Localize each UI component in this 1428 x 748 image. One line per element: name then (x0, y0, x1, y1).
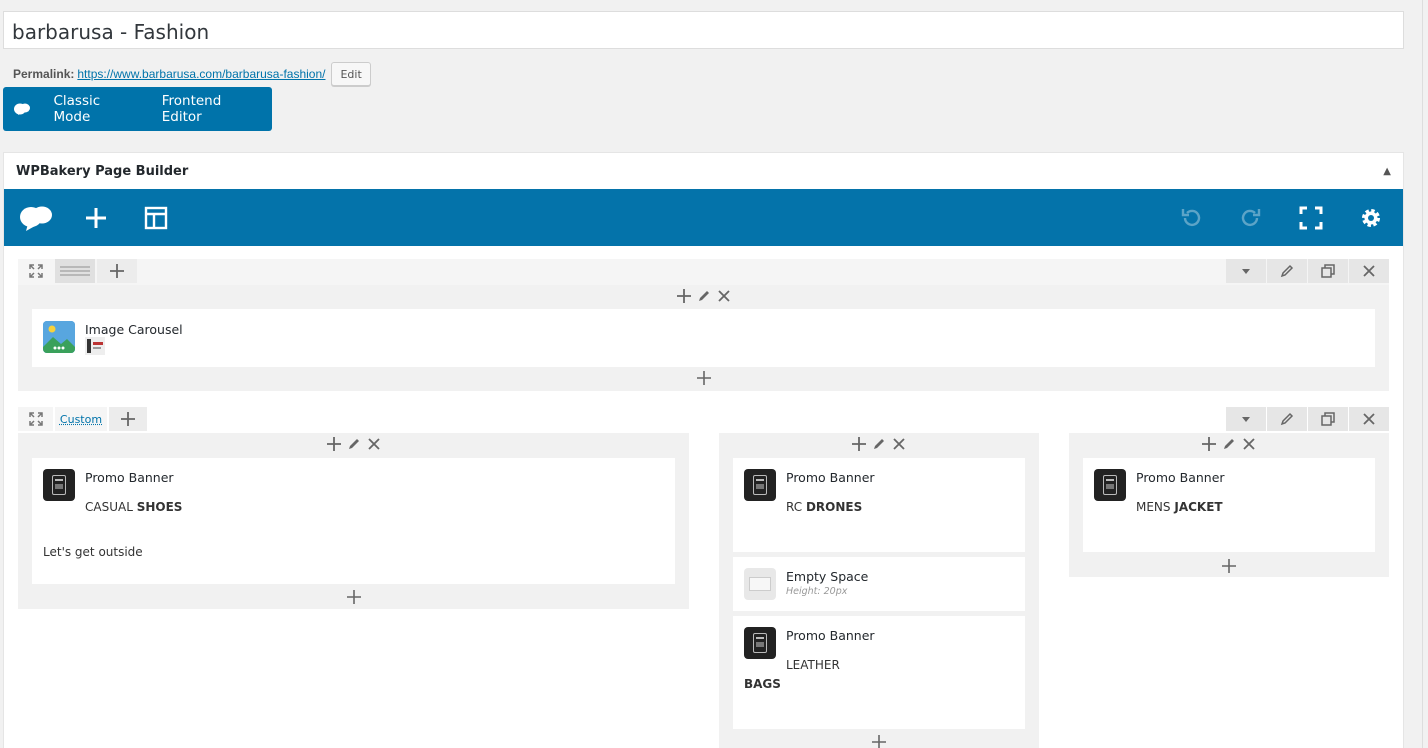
element-promo-banner[interactable]: Promo Banner CASUAL SHOES Let's get outs… (32, 458, 675, 584)
column-2-3: Promo Banner MENS JACKET (1069, 433, 1389, 577)
settings-icon[interactable] (1353, 200, 1389, 236)
post-title-input[interactable]: barbarusa - Fashion (3, 11, 1404, 49)
redo-icon[interactable] (1233, 200, 1269, 236)
frontend-editor-button[interactable]: Frontend Editor (149, 93, 272, 125)
close-icon[interactable] (892, 437, 906, 451)
column-2-2: Promo Banner RC DRONES Empty Space Heigh… (719, 433, 1039, 748)
promo-line-1: MENS JACKET (1136, 500, 1223, 514)
row-layout-icon[interactable] (55, 259, 95, 283)
permalink-label: Permalink: (13, 67, 74, 81)
add-icon[interactable] (852, 437, 866, 451)
promo-banner-icon (1094, 469, 1126, 501)
close-icon[interactable] (1242, 437, 1256, 451)
row-controls-right (1225, 407, 1389, 431)
add-icon[interactable] (1202, 437, 1216, 451)
column-controls (1069, 437, 1389, 451)
permalink-edit-button[interactable]: Edit (331, 62, 370, 86)
row-drag-icon[interactable] (18, 259, 53, 283)
empty-space-icon (744, 568, 776, 600)
promo-text-a: CASUAL (85, 500, 133, 514)
column-add-element-icon[interactable] (1069, 559, 1389, 573)
element-name: Empty Space (786, 569, 868, 584)
element-name: Image Carousel (85, 322, 183, 337)
element-hint: Height: 20px (786, 586, 847, 597)
chevron-down-icon[interactable] (1226, 259, 1266, 283)
edit-icon[interactable] (347, 437, 361, 451)
column-add-element-icon[interactable] (18, 590, 689, 604)
undo-icon[interactable] (1173, 200, 1209, 236)
row-add-column-icon[interactable] (109, 407, 147, 431)
edit-icon[interactable] (697, 289, 711, 303)
promo-text-b: BAGS (744, 677, 781, 691)
element-promo-banner[interactable]: Promo Banner RC DRONES (733, 458, 1025, 552)
wpbakery-logo-icon (3, 102, 40, 116)
add-element-icon[interactable] (78, 200, 114, 236)
element-promo-banner[interactable]: Promo Banner MENS JACKET (1083, 458, 1375, 552)
column-controls (719, 437, 1039, 451)
edit-icon[interactable] (1222, 437, 1236, 451)
element-name: Promo Banner (1136, 470, 1225, 485)
clone-row-icon[interactable] (1308, 259, 1348, 283)
column-2-1: Promo Banner CASUAL SHOES Let's get outs… (18, 433, 689, 609)
classic-mode-button[interactable]: Classic Mode (40, 93, 148, 125)
permalink-link[interactable]: https://www.barbarusa.com/barbarusa-fash… (77, 67, 325, 81)
page-builder-header[interactable]: WPBakery Page Builder ▲ (4, 153, 1403, 189)
column-controls (18, 289, 1389, 303)
close-icon[interactable] (717, 289, 731, 303)
column-controls (18, 437, 689, 451)
carousel-thumbnail (85, 337, 105, 355)
row-controls-left: Custom (18, 407, 147, 431)
permalink-bar: Permalink: https://www.barbarusa.com/bar… (13, 62, 371, 86)
promo-text-b: JACKET (1174, 500, 1222, 514)
row-layout-custom[interactable]: Custom (55, 407, 107, 431)
add-icon[interactable] (677, 289, 691, 303)
row-layout-label: Custom (60, 413, 102, 426)
column-add-element-icon[interactable] (719, 735, 1039, 748)
element-empty-space[interactable]: Empty Space Height: 20px (733, 557, 1025, 611)
editor-mode-bar: Classic Mode Frontend Editor (3, 87, 272, 131)
delete-row-icon[interactable] (1349, 407, 1389, 431)
promo-text-a: MENS (1136, 500, 1171, 514)
element-name: Promo Banner (786, 628, 875, 643)
fullscreen-icon[interactable] (1293, 200, 1329, 236)
column-add-element-icon[interactable] (18, 371, 1389, 385)
triangle-up-icon[interactable]: ▲ (1383, 166, 1391, 177)
promo-line-1: RC DRONES (786, 500, 862, 514)
element-promo-banner[interactable]: Promo Banner LEATHER BAGS (733, 616, 1025, 729)
page-builder-toolbar (4, 189, 1403, 246)
promo-banner-icon (744, 627, 776, 659)
templates-icon[interactable] (138, 200, 174, 236)
builder-row-1: Image Carousel (18, 259, 1389, 391)
clone-row-icon[interactable] (1308, 407, 1348, 431)
builder-row-2: Custom Promo Banner CASUAL SHOES Let's g… (18, 407, 1389, 748)
promo-text-a: RC (786, 500, 802, 514)
element-name: Promo Banner (85, 470, 174, 485)
edit-icon[interactable] (872, 437, 886, 451)
delete-row-icon[interactable] (1349, 259, 1389, 283)
logo-icon[interactable] (18, 200, 54, 236)
promo-text-b: SHOES (137, 500, 183, 514)
promo-line-1: CASUAL SHOES (85, 500, 182, 514)
edit-row-icon[interactable] (1267, 407, 1307, 431)
row-controls-right (1225, 259, 1389, 283)
promo-text-b: DRONES (806, 500, 862, 514)
promo-banner-icon (43, 469, 75, 501)
image-carousel-icon (43, 321, 75, 353)
promo-line-2: Let's get outside (43, 545, 143, 559)
chevron-down-icon[interactable] (1226, 407, 1266, 431)
row-drag-icon[interactable] (18, 407, 53, 431)
row-add-column-icon[interactable] (97, 259, 137, 283)
sidebar-edge (1422, 0, 1428, 748)
edit-row-icon[interactable] (1267, 259, 1307, 283)
element-image-carousel[interactable]: Image Carousel (32, 309, 1375, 367)
column-1-1: Image Carousel (18, 285, 1389, 391)
row-controls-left (18, 259, 137, 283)
page-builder-title: WPBakery Page Builder (16, 164, 188, 179)
add-icon[interactable] (327, 437, 341, 451)
close-icon[interactable] (367, 437, 381, 451)
promo-banner-icon (744, 469, 776, 501)
element-name: Promo Banner (786, 470, 875, 485)
promo-text-a: LEATHER (786, 658, 840, 672)
